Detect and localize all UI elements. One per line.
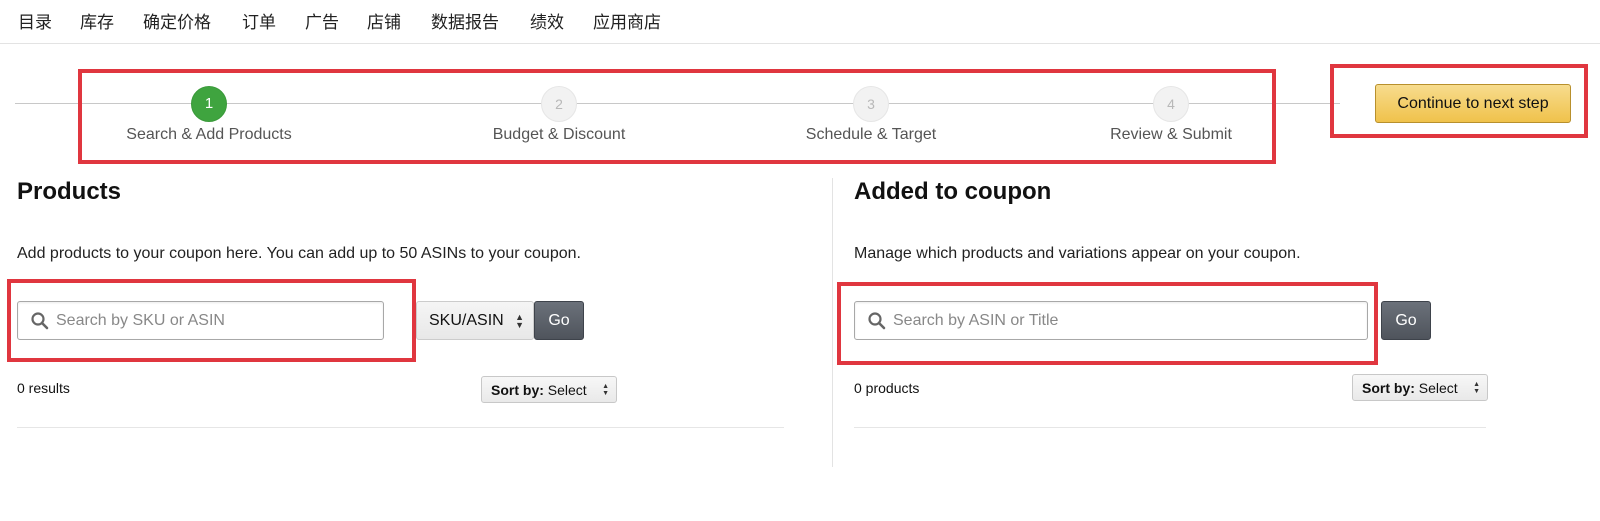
select-arrows-icon: ▲ ▼ xyxy=(515,312,524,330)
coupon-divider xyxy=(854,427,1486,428)
step-number: 3 xyxy=(853,86,889,122)
product-search-go-button[interactable]: Go xyxy=(534,301,584,340)
top-navigation: 目录 库存 确定价格 订单 广告 店铺 数据报告 绩效 应用商店 xyxy=(0,0,1600,44)
coupon-search-box[interactable] xyxy=(854,301,1368,340)
continue-to-next-step-button[interactable]: Continue to next step xyxy=(1375,84,1571,123)
results-count: 0 results xyxy=(17,380,70,396)
products-title: Products xyxy=(17,178,122,205)
nav-item-stores[interactable]: 店铺 xyxy=(367,8,401,33)
sort-value: Select xyxy=(1418,379,1458,396)
step-review-submit[interactable]: 4 Review & Submit xyxy=(1041,86,1301,144)
step-schedule-target[interactable]: 3 Schedule & Target xyxy=(741,86,1001,144)
sort-label: Sort by: xyxy=(1362,379,1415,396)
coupon-description: Manage which products and variations app… xyxy=(854,245,1301,262)
product-search-box[interactable] xyxy=(17,301,384,340)
coupon-sort-select[interactable]: Sort by: Select ▲ ▼ xyxy=(1352,374,1488,401)
search-icon xyxy=(31,312,49,330)
nav-item-catalog[interactable]: 目录 xyxy=(18,8,52,33)
nav-item-orders[interactable]: 订单 xyxy=(242,8,276,33)
step-label: Schedule & Target xyxy=(805,126,937,143)
sort-arrows-icon: ▲ ▼ xyxy=(1473,381,1480,395)
nav-item-reports[interactable]: 数据报告 xyxy=(431,8,499,33)
products-description: Add products to your coupon here. You ca… xyxy=(17,245,581,262)
search-icon xyxy=(868,312,886,330)
step-label: Budget & Discount xyxy=(492,126,626,143)
step-number: 4 xyxy=(1153,86,1189,122)
panel-divider xyxy=(832,178,833,467)
step-number: 1 xyxy=(191,86,227,122)
nav-item-advertising[interactable]: 广告 xyxy=(305,8,339,33)
step-number: 2 xyxy=(541,86,577,122)
coupon-title: Added to coupon xyxy=(854,178,1052,205)
step-label: Review & Submit xyxy=(1110,126,1232,143)
sort-label: Sort by: xyxy=(491,381,544,398)
step-label: Search & Add Products xyxy=(126,126,292,143)
products-sort-select[interactable]: Sort by: Select ▲ ▼ xyxy=(481,376,617,403)
products-divider xyxy=(17,427,784,428)
nav-item-inventory[interactable]: 库存 xyxy=(80,8,114,33)
search-type-value: SKU/ASIN xyxy=(429,311,504,329)
step-budget-discount[interactable]: 2 Budget & Discount xyxy=(429,86,689,144)
products-count: 0 products xyxy=(854,380,920,396)
search-type-select[interactable]: SKU/ASIN ▲ ▼ xyxy=(416,301,534,340)
sort-arrows-icon: ▲ ▼ xyxy=(602,383,609,397)
nav-item-performance[interactable]: 绩效 xyxy=(530,8,564,33)
nav-item-app-store[interactable]: 应用商店 xyxy=(593,8,661,33)
step-search-add-products[interactable]: 1 Search & Add Products xyxy=(79,86,339,144)
product-search-input[interactable] xyxy=(56,302,377,339)
sort-value: Select xyxy=(547,381,587,398)
nav-item-pricing[interactable]: 确定价格 xyxy=(143,8,211,33)
coupon-search-go-button[interactable]: Go xyxy=(1381,301,1431,340)
coupon-search-input[interactable] xyxy=(893,302,1361,339)
